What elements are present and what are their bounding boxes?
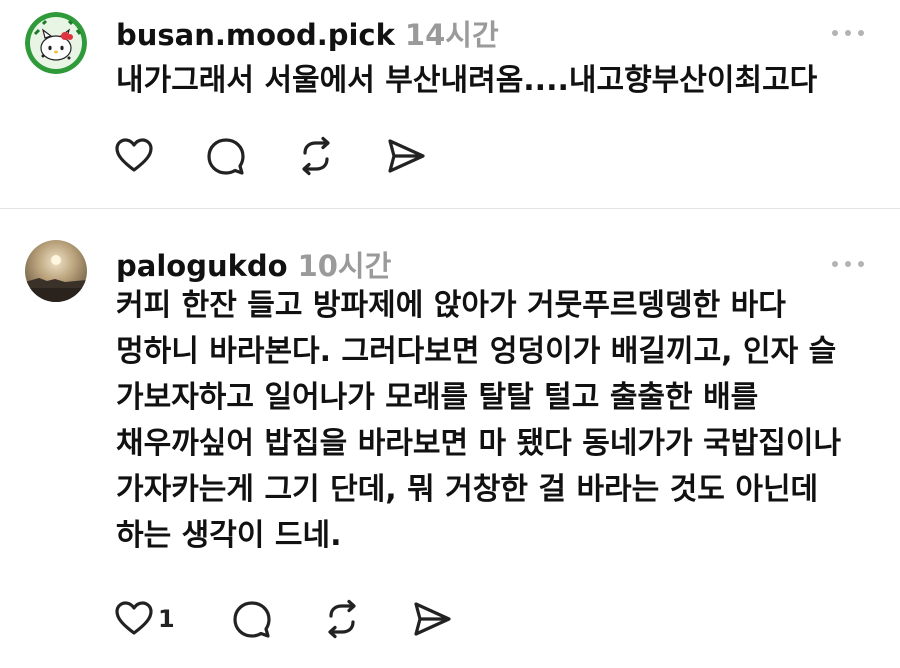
heart-icon [115, 138, 153, 172]
post-header: palogukdo 10시간 [116, 243, 391, 285]
send-icon [414, 602, 451, 636]
username[interactable]: palogukdo [116, 249, 288, 283]
like-button[interactable] [114, 134, 158, 178]
comment-bubble-icon [233, 601, 271, 638]
post-text-line: 커피 한잔 들고 방파제에 앉아가 거뭇푸르뎅뎅한 바다 [116, 288, 786, 323]
timestamp: 14시간 [404, 18, 499, 52]
more-dots-icon [832, 30, 838, 36]
post-text-line: 하는 생각이 드네. [116, 518, 342, 553]
post-text-line: 내가그래서 서울에서 부산내려옴....내고향부산이최고다 [116, 63, 818, 98]
repost-icon [302, 136, 330, 176]
like-button[interactable]: 1 [114, 597, 175, 641]
thread-post: busan.mood.pick 14시간 내가그래서 서울에서 부산내려옴....… [0, 0, 900, 208]
post-text-line: 가보자하고 일어나가 모래를 탈탈 털고 출출한 배를 [116, 380, 759, 415]
share-button[interactable] [386, 134, 426, 178]
comment-bubble-icon [207, 138, 245, 175]
repost-icon [328, 599, 356, 639]
send-icon [388, 139, 425, 173]
post-text-line: 멍하니 바라본다. 그러다보면 엉덩이가 배길끼고, 인자 슬 [116, 334, 837, 369]
sunset-avatar-icon [25, 240, 87, 302]
post-text-line: 가자카는게 그기 단데, 뭐 거창한 걸 바라는 것도 아닌데 [116, 472, 819, 507]
avatar[interactable] [25, 240, 87, 302]
timestamp: 10시간 [297, 249, 392, 283]
like-count: 1 [158, 605, 175, 633]
more-options-button[interactable] [832, 28, 864, 38]
username[interactable]: busan.mood.pick [116, 18, 395, 52]
repost-button[interactable] [322, 597, 362, 641]
reply-button[interactable] [232, 597, 272, 641]
post-text: 커피 한잔 들고 방파제에 앉아가 거뭇푸르뎅뎅한 바다 멍하니 바라본다. 그… [116, 283, 841, 559]
more-options-button[interactable] [832, 259, 864, 269]
reply-button[interactable] [206, 134, 246, 178]
post-text-line: 채우까싶어 밥집을 바라보면 마 됐다 동네가가 국밥집이나 [116, 426, 842, 461]
repost-button[interactable] [296, 134, 336, 178]
share-button[interactable] [412, 597, 452, 641]
hello-kitty-avatar-icon [25, 12, 87, 74]
post-header: busan.mood.pick 14시간 [116, 12, 499, 54]
heart-icon [115, 601, 153, 635]
post-text: 내가그래서 서울에서 부산내려옴....내고향부산이최고다 [116, 58, 817, 104]
thread-post: palogukdo 10시간 커피 한잔 들고 방파제에 앉아가 거뭇푸르뎅뎅한 … [0, 209, 900, 668]
more-dots-icon [832, 261, 838, 267]
avatar[interactable] [25, 12, 87, 74]
